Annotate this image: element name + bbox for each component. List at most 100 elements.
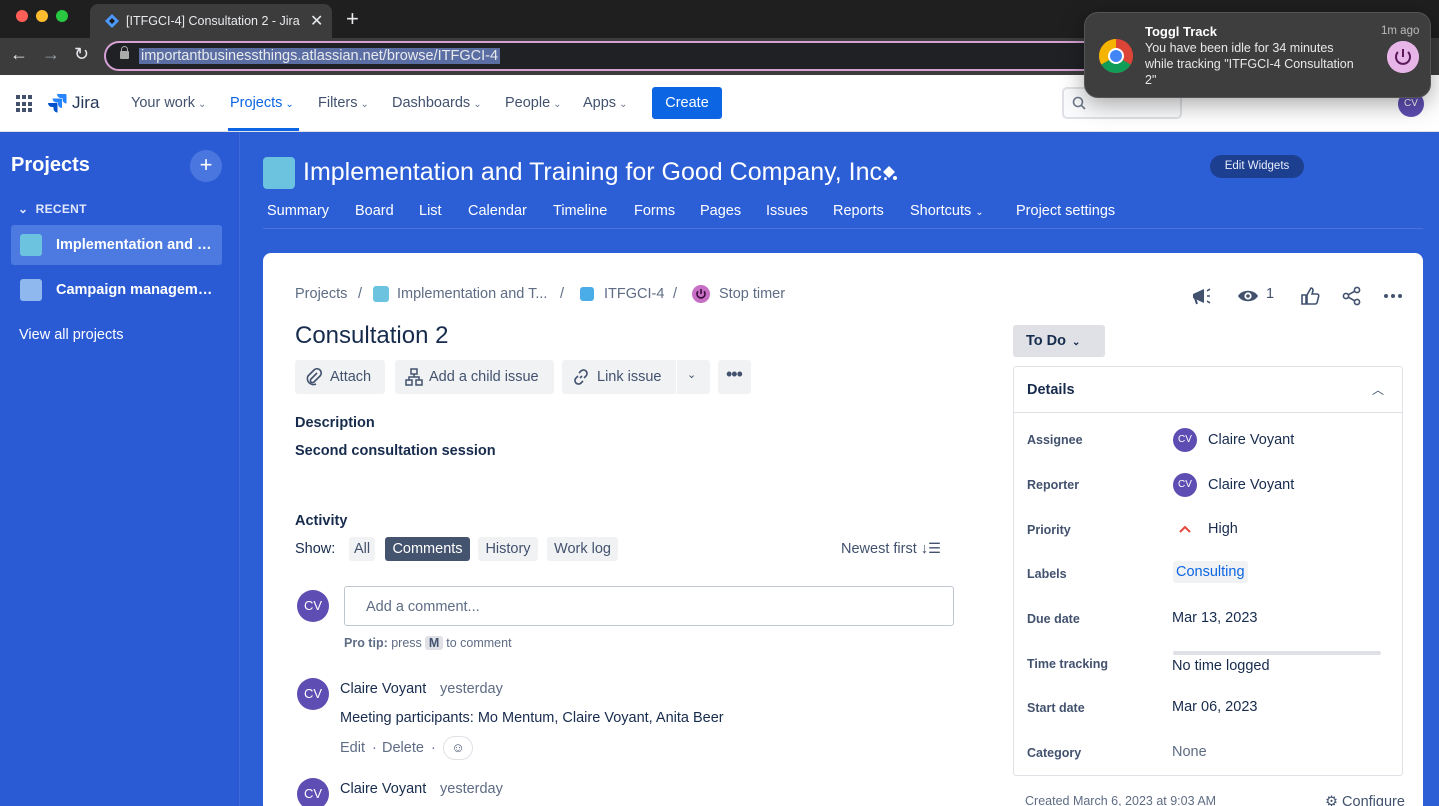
description-heading: Description bbox=[295, 415, 375, 431]
filter-history[interactable]: History bbox=[478, 537, 538, 561]
tab-pages[interactable]: Pages bbox=[700, 203, 741, 219]
comment-author[interactable]: Claire Voyant bbox=[340, 781, 426, 797]
nav-your-work[interactable]: Your work ⌄ bbox=[131, 95, 206, 111]
add-reaction-icon[interactable]: ☺ bbox=[443, 736, 473, 760]
tab-issues[interactable]: Issues bbox=[766, 203, 808, 219]
tab-close-button[interactable]: ✕ bbox=[310, 11, 323, 31]
priority-value[interactable]: High bbox=[1208, 521, 1238, 537]
category-value[interactable]: None bbox=[1172, 744, 1207, 760]
browser-tab[interactable]: [ITFGCI-4] Consultation 2 - Jira ✕ bbox=[90, 4, 332, 38]
paint-bucket-icon[interactable] bbox=[880, 163, 898, 183]
toggl-power-icon bbox=[692, 285, 710, 303]
app-switcher-icon[interactable] bbox=[16, 95, 34, 113]
separator-dot: · bbox=[431, 740, 436, 756]
add-child-issue-button[interactable]: Add a child issue bbox=[395, 360, 554, 394]
edit-widgets-button[interactable]: Edit Widgets bbox=[1210, 155, 1304, 178]
delete-comment-link[interactable]: Delete bbox=[382, 740, 424, 756]
stop-timer-button[interactable]: Stop timer bbox=[719, 286, 785, 302]
separator-dot: · bbox=[372, 740, 377, 756]
lock-icon bbox=[120, 46, 129, 59]
recent-section-toggle[interactable]: ⌄ RECENT bbox=[18, 202, 87, 216]
url-text[interactable]: importantbusinessthings.atlassian.net/br… bbox=[139, 48, 501, 64]
jira-brand-name: Jira bbox=[72, 93, 100, 112]
forward-arrow-icon[interactable]: → bbox=[42, 44, 60, 65]
priority-label: Priority bbox=[1027, 523, 1071, 537]
start-date-value[interactable]: Mar 06, 2023 bbox=[1172, 699, 1257, 715]
breadcrumb-project[interactable]: Implementation and T... bbox=[397, 286, 547, 302]
issue-title[interactable]: Consultation 2 bbox=[295, 322, 448, 350]
back-arrow-icon[interactable]: ← bbox=[10, 44, 28, 65]
details-header[interactable]: Details ︿ bbox=[1014, 367, 1402, 413]
nav-dashboards[interactable]: Dashboards ⌄ bbox=[392, 95, 482, 111]
maximize-window-button[interactable] bbox=[56, 10, 68, 22]
jira-logo-icon[interactable] bbox=[48, 92, 68, 114]
thumbs-up-icon[interactable] bbox=[1299, 285, 1321, 307]
issue-card: Projects / Implementation and T... / ITF… bbox=[263, 253, 1423, 806]
nav-apps[interactable]: Apps ⌄ bbox=[583, 95, 627, 111]
reload-icon[interactable]: ↻ bbox=[74, 44, 89, 65]
tabs-divider bbox=[263, 228, 1423, 229]
avatar[interactable]: CV bbox=[297, 678, 329, 710]
configure-button[interactable]: ⚙ Configure bbox=[1325, 794, 1405, 806]
new-tab-button[interactable]: + bbox=[346, 6, 359, 32]
filter-work-log[interactable]: Work log bbox=[547, 537, 618, 561]
label-chip[interactable]: Consulting bbox=[1173, 561, 1248, 583]
tab-list[interactable]: List bbox=[419, 203, 442, 219]
share-icon[interactable] bbox=[1341, 285, 1363, 307]
power-icon[interactable] bbox=[1387, 41, 1419, 73]
status-dropdown[interactable]: To Do ⌄ bbox=[1013, 325, 1105, 357]
chevron-down-icon: ⌄ bbox=[18, 202, 36, 216]
description-text[interactable]: Second consultation session bbox=[295, 443, 496, 459]
sidebar-item-implementation[interactable]: Implementation and Training for Good Com… bbox=[11, 225, 222, 265]
due-date-value[interactable]: Mar 13, 2023 bbox=[1172, 610, 1257, 626]
jira-favicon-icon bbox=[105, 14, 119, 28]
sort-icon: ↓☰ bbox=[920, 541, 942, 557]
comment-author[interactable]: Claire Voyant bbox=[340, 681, 426, 697]
close-window-button[interactable] bbox=[16, 10, 28, 22]
toggl-notification[interactable]: Toggl Track 1m ago You have been idle fo… bbox=[1084, 12, 1431, 98]
view-all-projects-link[interactable]: View all projects bbox=[19, 327, 124, 343]
edit-comment-link[interactable]: Edit bbox=[340, 740, 365, 756]
tab-calendar[interactable]: Calendar bbox=[468, 203, 527, 219]
more-icon[interactable] bbox=[1382, 285, 1404, 307]
breadcrumb-projects[interactable]: Projects bbox=[295, 286, 347, 302]
add-project-button[interactable]: + bbox=[190, 150, 222, 182]
filter-all[interactable]: All bbox=[349, 537, 375, 561]
tab-timeline[interactable]: Timeline bbox=[553, 203, 607, 219]
attach-button[interactable]: Attach bbox=[295, 360, 385, 394]
tab-title: [ITFGCI-4] Consultation 2 - Jira bbox=[126, 14, 300, 28]
breadcrumb-issue-key[interactable]: ITFGCI-4 bbox=[604, 286, 664, 302]
notepad-icon bbox=[20, 234, 42, 256]
time-tracking-value[interactable]: No time logged bbox=[1172, 658, 1270, 674]
sort-order-button[interactable]: Newest first ↓☰ bbox=[841, 541, 941, 557]
minimize-window-button[interactable] bbox=[36, 10, 48, 22]
create-button[interactable]: Create bbox=[652, 87, 722, 119]
eye-watch-icon[interactable] bbox=[1237, 285, 1259, 307]
url-bar[interactable]: importantbusinessthings.atlassian.net/br… bbox=[104, 41, 1144, 71]
nav-people[interactable]: People ⌄ bbox=[505, 95, 562, 111]
more-actions-button[interactable]: ••• bbox=[718, 360, 751, 394]
sidebar-item-campaign[interactable]: Campaign management bbox=[11, 270, 222, 310]
comment-input[interactable]: Add a comment... bbox=[344, 586, 954, 626]
tab-reports[interactable]: Reports bbox=[833, 203, 884, 219]
filter-comments[interactable]: Comments bbox=[385, 537, 470, 561]
avatar[interactable]: CV bbox=[297, 778, 329, 806]
tab-shortcuts[interactable]: Shortcuts ⌄ bbox=[910, 203, 984, 219]
project-title: Implementation and Training for Good Com… bbox=[303, 158, 889, 186]
active-nav-indicator bbox=[228, 128, 299, 131]
nav-projects[interactable]: Projects ⌄ bbox=[230, 95, 294, 111]
tab-project-settings[interactable]: Project settings bbox=[1016, 203, 1115, 219]
link-issue-button[interactable]: Link issue ⌄ bbox=[562, 360, 710, 394]
project-icon bbox=[263, 157, 295, 189]
tab-forms[interactable]: Forms bbox=[634, 203, 675, 219]
sidebar-title: Projects bbox=[11, 154, 90, 176]
tab-summary[interactable]: Summary bbox=[267, 203, 329, 219]
megaphone-icon[interactable] bbox=[1190, 285, 1212, 307]
comment-time: yesterday bbox=[440, 781, 503, 797]
tab-board[interactable]: Board bbox=[355, 203, 394, 219]
assignee-value[interactable]: Claire Voyant bbox=[1208, 432, 1294, 448]
chevron-down-icon[interactable]: ⌄ bbox=[687, 368, 696, 381]
reporter-value[interactable]: Claire Voyant bbox=[1208, 477, 1294, 493]
nav-filters[interactable]: Filters ⌄ bbox=[318, 95, 369, 111]
time-tracking-bar[interactable] bbox=[1173, 651, 1381, 655]
